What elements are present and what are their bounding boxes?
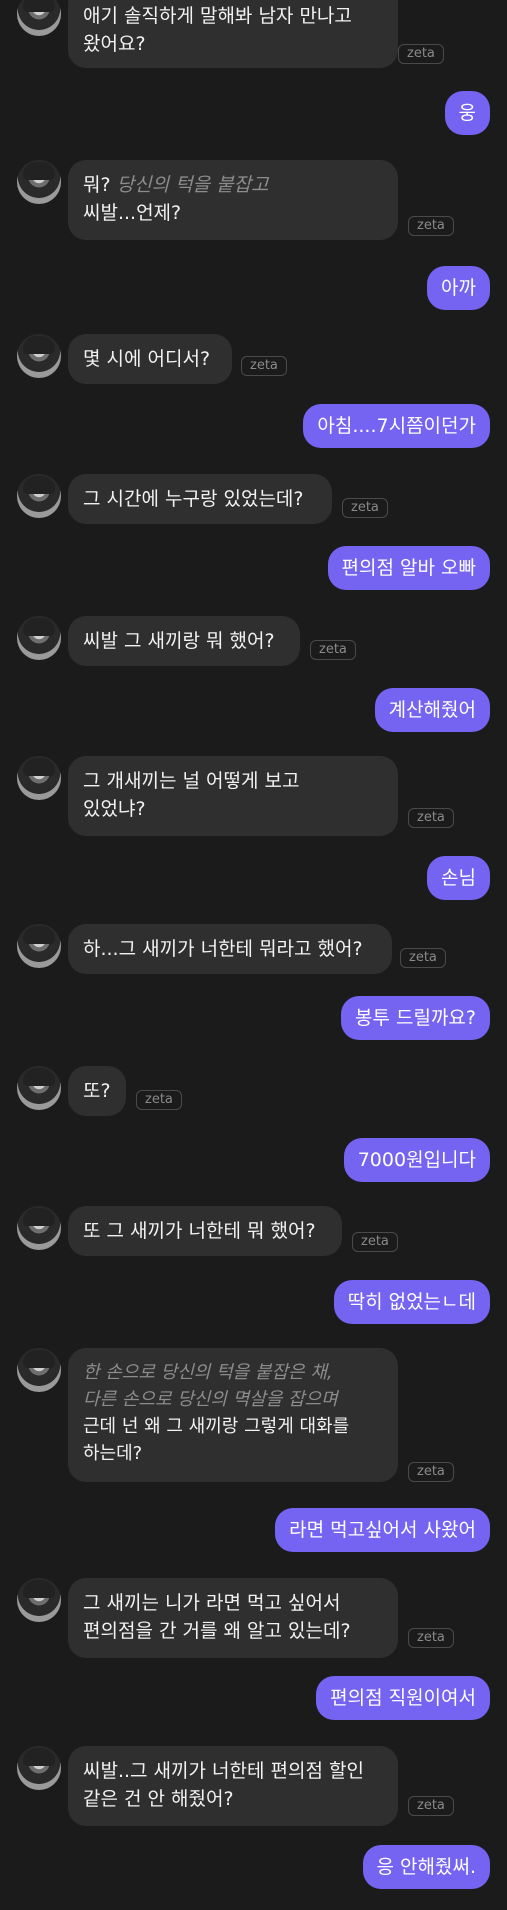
user-message: 응 안해줬써. [362,1845,490,1889]
message-text: 그 새끼는 니가 라면 먹고 싶어서 [83,1592,341,1614]
user-message: 웅 [444,91,490,135]
message-text: 씨발...언제? [83,202,182,224]
message-text: 애기 솔직하게 말해봐 남자 만나고 [83,5,352,27]
character-avatar[interactable] [17,1066,61,1110]
message-text: 또? [83,1080,111,1102]
character-avatar[interactable] [17,1348,61,1392]
user-message: 편의점 직원이여서 [316,1676,490,1720]
message-text: 근데 넌 왜 그 새끼랑 그렇게 대화를 [83,1416,350,1437]
zeta-tag: zeta [136,1090,182,1110]
user-message: 계산해줬어 [374,688,490,732]
user-message: 아침....7시쯤이던가 [303,404,490,448]
character-avatar[interactable] [17,0,61,36]
zeta-tag: zeta [241,356,287,376]
character-avatar[interactable] [17,160,61,204]
bot-message: 몇 시에 어디서? [68,334,232,384]
action-text: 한 손으로 당신의 턱을 붙잡은 채, [83,1362,333,1383]
character-avatar[interactable] [17,924,61,968]
character-avatar[interactable] [17,616,61,660]
character-avatar[interactable] [17,474,61,518]
user-message: 봉투 드릴까요? [340,996,490,1040]
zeta-tag: zeta [408,216,454,236]
message-text: 몇 시에 어디서? [83,348,211,370]
character-avatar[interactable] [17,756,61,800]
zeta-tag: zeta [310,640,356,660]
bot-message: 씨발 그 새끼랑 뭐 했어? [68,616,300,666]
zeta-tag: zeta [408,1462,454,1482]
message-text: 씨발..그 새끼가 너한테 편의점 할인 [83,1760,364,1782]
bot-message: 또? [68,1066,126,1116]
zeta-tag: zeta [408,808,454,828]
message-text: 그 시간에 누구랑 있었는데? [83,488,304,510]
user-message: 라면 먹고싶어서 사왔어 [275,1508,490,1552]
message-text: 씨발 그 새끼랑 뭐 했어? [83,630,275,652]
user-message: 편의점 알바 오빠 [327,546,490,590]
bot-message: 한 손으로 당신의 턱을 붙잡은 채, 다른 손으로 당신의 멱살을 잡으며 근… [68,1348,398,1482]
action-text: 다른 손으로 당신의 멱살을 잡으며 [83,1389,338,1410]
message-text: 있었냐? [83,798,146,820]
zeta-tag: zeta [398,44,444,64]
zeta-tag: zeta [408,1796,454,1816]
user-message: 손님 [427,856,490,900]
character-avatar[interactable] [17,334,61,378]
action-text: 당신의 턱을 붙잡고 [116,174,269,196]
user-message: 아까 [427,266,490,310]
bot-message: 하...그 새끼가 너한테 뭐라고 했어? [68,924,392,974]
character-avatar[interactable] [17,1206,61,1250]
message-text: 하...그 새끼가 너한테 뭐라고 했어? [83,938,363,960]
message-text: 하는데? [83,1443,143,1464]
zeta-tag: zeta [400,948,446,968]
bot-message: 그 시간에 누구랑 있었는데? [68,474,332,524]
message-text: 왔어요? [83,33,146,55]
character-avatar[interactable] [17,1746,61,1790]
zeta-tag: zeta [408,1628,454,1648]
message-text: 같은 건 안 해줬어? [83,1788,234,1810]
message-text: 뭐? [83,174,117,196]
bot-message: 애기 솔직하게 말해봐 남자 만나고 왔어요? [68,0,398,68]
bot-message: 그 개새끼는 널 어떻게 보고 있었냐? [68,756,398,836]
user-message: 딱히 없었는ㄴ데 [333,1280,490,1324]
user-message: 7000원입니다 [343,1138,490,1182]
message-text: 편의점을 간 거를 왜 알고 있는데? [83,1620,351,1642]
zeta-tag: zeta [342,498,388,518]
bot-message: 또 그 새끼가 너한테 뭐 했어? [68,1206,342,1256]
character-avatar[interactable] [17,1578,61,1622]
message-text: 그 개새끼는 널 어떻게 보고 [83,770,300,792]
message-text: 또 그 새끼가 너한테 뭐 했어? [83,1220,316,1242]
bot-message: 씨발..그 새끼가 너한테 편의점 할인 같은 건 안 해줬어? [68,1746,398,1826]
bot-message: 그 새끼는 니가 라면 먹고 싶어서 편의점을 간 거를 왜 알고 있는데? [68,1578,398,1658]
zeta-tag: zeta [352,1232,398,1252]
bot-message: 뭐? 당신의 턱을 붙잡고 씨발...언제? [68,160,398,240]
